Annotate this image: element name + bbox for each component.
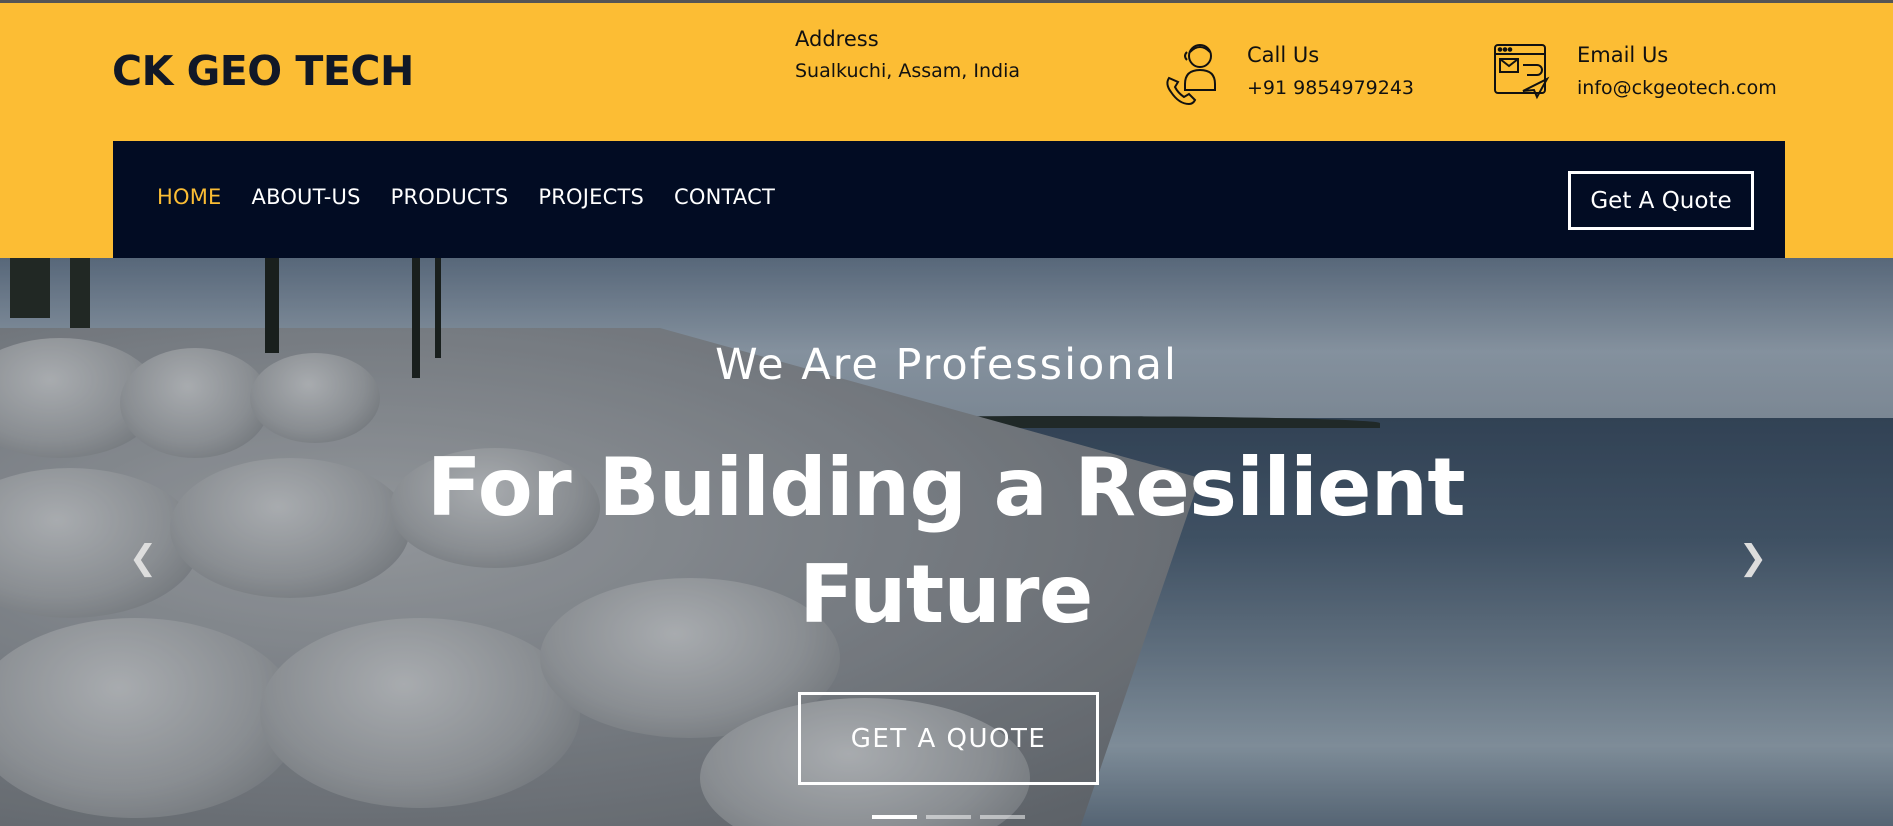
nav-item-home[interactable]: HOME: [157, 185, 222, 209]
hero-get-a-quote-button[interactable]: GET A QUOTE: [798, 692, 1099, 785]
carousel-indicators: [872, 815, 1025, 819]
call-title: Call Us: [1247, 43, 1320, 67]
nav-item-about-us[interactable]: ABOUT-US: [252, 185, 361, 209]
hero-title: For Building a Resilient Future: [426, 441, 1466, 641]
hero-subtitle: We Are Professional: [715, 340, 1178, 390]
address-value: Sualkuchi, Assam, India: [795, 60, 1020, 82]
carousel-indicator-3[interactable]: [980, 815, 1025, 819]
call-block: Call Us +91 9854979243: [1163, 40, 1423, 110]
address-title: Address: [795, 27, 879, 51]
nav-item-projects[interactable]: PROJECTS: [538, 185, 644, 209]
hero-carousel: We Are Professional For Building a Resil…: [0, 258, 1893, 826]
call-value[interactable]: +91 9854979243: [1247, 77, 1414, 99]
nav-item-products[interactable]: PRODUCTS: [391, 185, 509, 209]
chevron-left-icon[interactable]: ❮: [128, 538, 158, 578]
support-phone-icon: [1163, 40, 1225, 106]
site-header: CK GEO TECH Address Sualkuchi, Assam, In…: [0, 3, 1893, 261]
email-block: Email Us info@ckgeotech.com: [1493, 40, 1793, 110]
email-send-icon: [1493, 43, 1551, 101]
chevron-right-icon[interactable]: ❯: [1738, 538, 1768, 578]
carousel-indicator-1[interactable]: [872, 815, 917, 819]
address-block: Address Sualkuchi, Assam, India: [795, 27, 1020, 82]
get-a-quote-button[interactable]: Get A Quote: [1568, 171, 1754, 230]
email-title: Email Us: [1577, 43, 1669, 67]
email-value[interactable]: info@ckgeotech.com: [1577, 77, 1777, 99]
brand-logo[interactable]: CK GEO TECH: [112, 47, 414, 95]
main-navbar: HOME ABOUT-US PRODUCTS PROJECTS CONTACT …: [113, 141, 1785, 261]
carousel-indicator-2[interactable]: [926, 815, 971, 819]
nav-links: HOME ABOUT-US PRODUCTS PROJECTS CONTACT: [157, 185, 775, 209]
nav-item-contact[interactable]: CONTACT: [674, 185, 775, 209]
